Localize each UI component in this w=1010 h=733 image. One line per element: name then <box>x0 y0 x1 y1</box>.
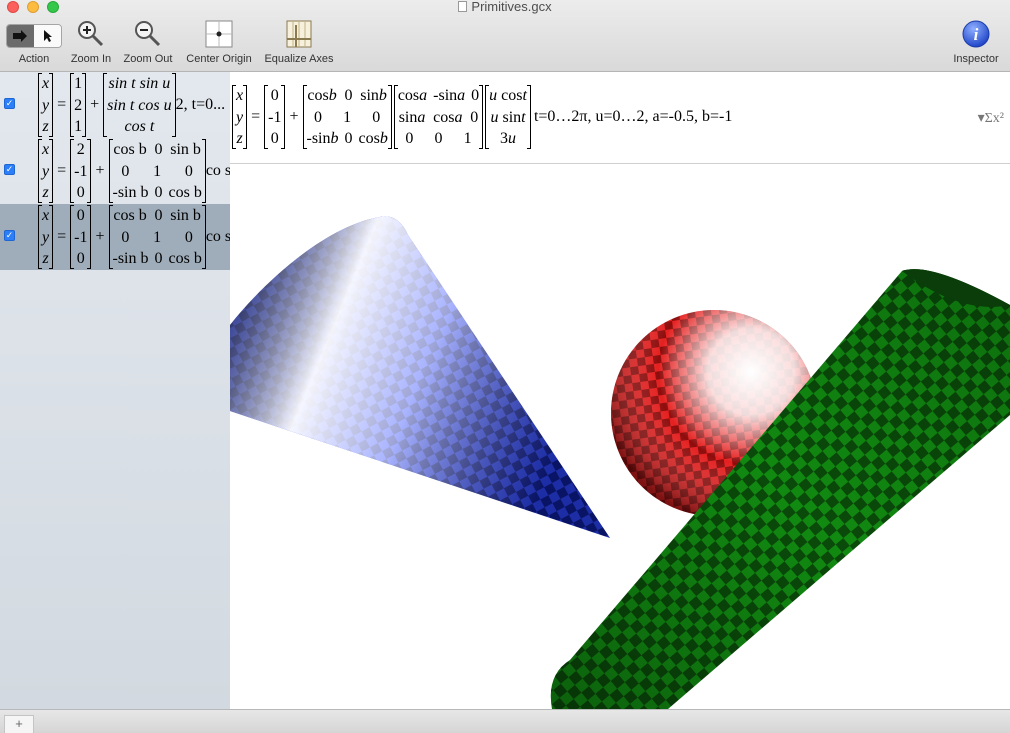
center-origin-icon <box>205 20 233 48</box>
window-title-text: Primitives.gcx <box>471 0 552 14</box>
zoom-out-button[interactable]: Zoom Out <box>120 18 176 65</box>
equation-row[interactable]: ✓ xyz = 2 -1 0 + cos b 0 sin b 010 -sin b 0 co… <box>0 138 230 204</box>
inspector-button[interactable]: i Inspector <box>948 18 1004 65</box>
equation-expression: xyz = 2 -1 0 + cos b 0 sin b 010 -sin b 0 cos … <box>38 139 230 203</box>
zoom-in-icon <box>78 21 104 47</box>
equalize-axes-icon <box>286 20 312 48</box>
equation-expression: xyz = 121 + sin t sin u sin t cos u cos t … <box>38 73 225 137</box>
inspector-label: Inspector <box>953 53 999 65</box>
document-icon <box>458 1 468 12</box>
zoom-in-button[interactable]: Zoom In <box>68 18 114 65</box>
equation-expression: xyz = 0 -1 0 + cos b 0 sin b 010 -sin b 0 cos … <box>38 205 230 269</box>
main-area: xyz = 0 -1 0 + cosb 0 sinb 010 -sinb 0 cosb co… <box>230 72 1010 709</box>
action-segmented-control[interactable] <box>6 24 62 48</box>
zoom-out-label: Zoom Out <box>123 53 173 65</box>
formula-expression[interactable]: xyz = 0 -1 0 + cosb 0 sinb 010 -sinb 0 cosb co… <box>232 85 732 149</box>
app-window: Primitives.gcx Action Zoom In Zoom Out C… <box>0 0 1010 733</box>
action-tool: Action <box>6 18 62 65</box>
svg-text:i: i <box>974 25 979 44</box>
pointer-icon <box>43 30 52 42</box>
pointer-mode-button[interactable] <box>34 25 61 47</box>
graph-canvas[interactable] <box>230 165 1010 709</box>
action-label: Action <box>18 53 50 65</box>
equalize-axes-button[interactable]: Equalize Axes <box>260 18 338 65</box>
center-origin-label: Center Origin <box>186 53 252 65</box>
equation-list: ✓ xyz = 121 + sin t sin u sin t cos u cos … <box>0 72 230 709</box>
equation-visible-checkbox[interactable]: ✓ <box>4 230 15 241</box>
equalize-axes-label: Equalize Axes <box>264 53 334 65</box>
zoom-out-icon <box>135 21 161 47</box>
action-icon <box>12 30 27 42</box>
toolbar: Primitives.gcx Action Zoom In Zoom Out C… <box>0 0 1010 72</box>
window-title: Primitives.gcx <box>0 0 1010 14</box>
bottom-bar: + <box>0 709 1010 733</box>
equation-visible-checkbox[interactable]: ✓ <box>4 98 15 109</box>
formula-editor[interactable]: xyz = 0 -1 0 + cosb 0 sinb 010 -sinb 0 cosb co… <box>230 72 1010 164</box>
action-mode-button[interactable] <box>7 25 34 47</box>
inspector-icon: i <box>962 20 990 48</box>
equation-visible-checkbox[interactable]: ✓ <box>4 164 15 175</box>
graph-3d-view <box>230 216 1010 709</box>
cone-surface <box>230 216 610 538</box>
formula-parameters: t=0…2π, u=0…2, a=-0.5, b=-1 <box>533 108 733 125</box>
formula-palette-icon[interactable]: ▾Σx² <box>978 110 1004 127</box>
equation-row-selected[interactable]: ✓ xyz = 0 -1 0 + cos b 0 sin b 010 -sin b 0 co… <box>0 204 230 270</box>
add-equation-button[interactable]: + <box>4 715 34 733</box>
equation-row[interactable]: ✓ xyz = 121 + sin t sin u sin t cos u cos … <box>0 72 230 138</box>
center-origin-button[interactable]: Center Origin <box>182 18 256 65</box>
zoom-in-label: Zoom In <box>70 53 112 65</box>
